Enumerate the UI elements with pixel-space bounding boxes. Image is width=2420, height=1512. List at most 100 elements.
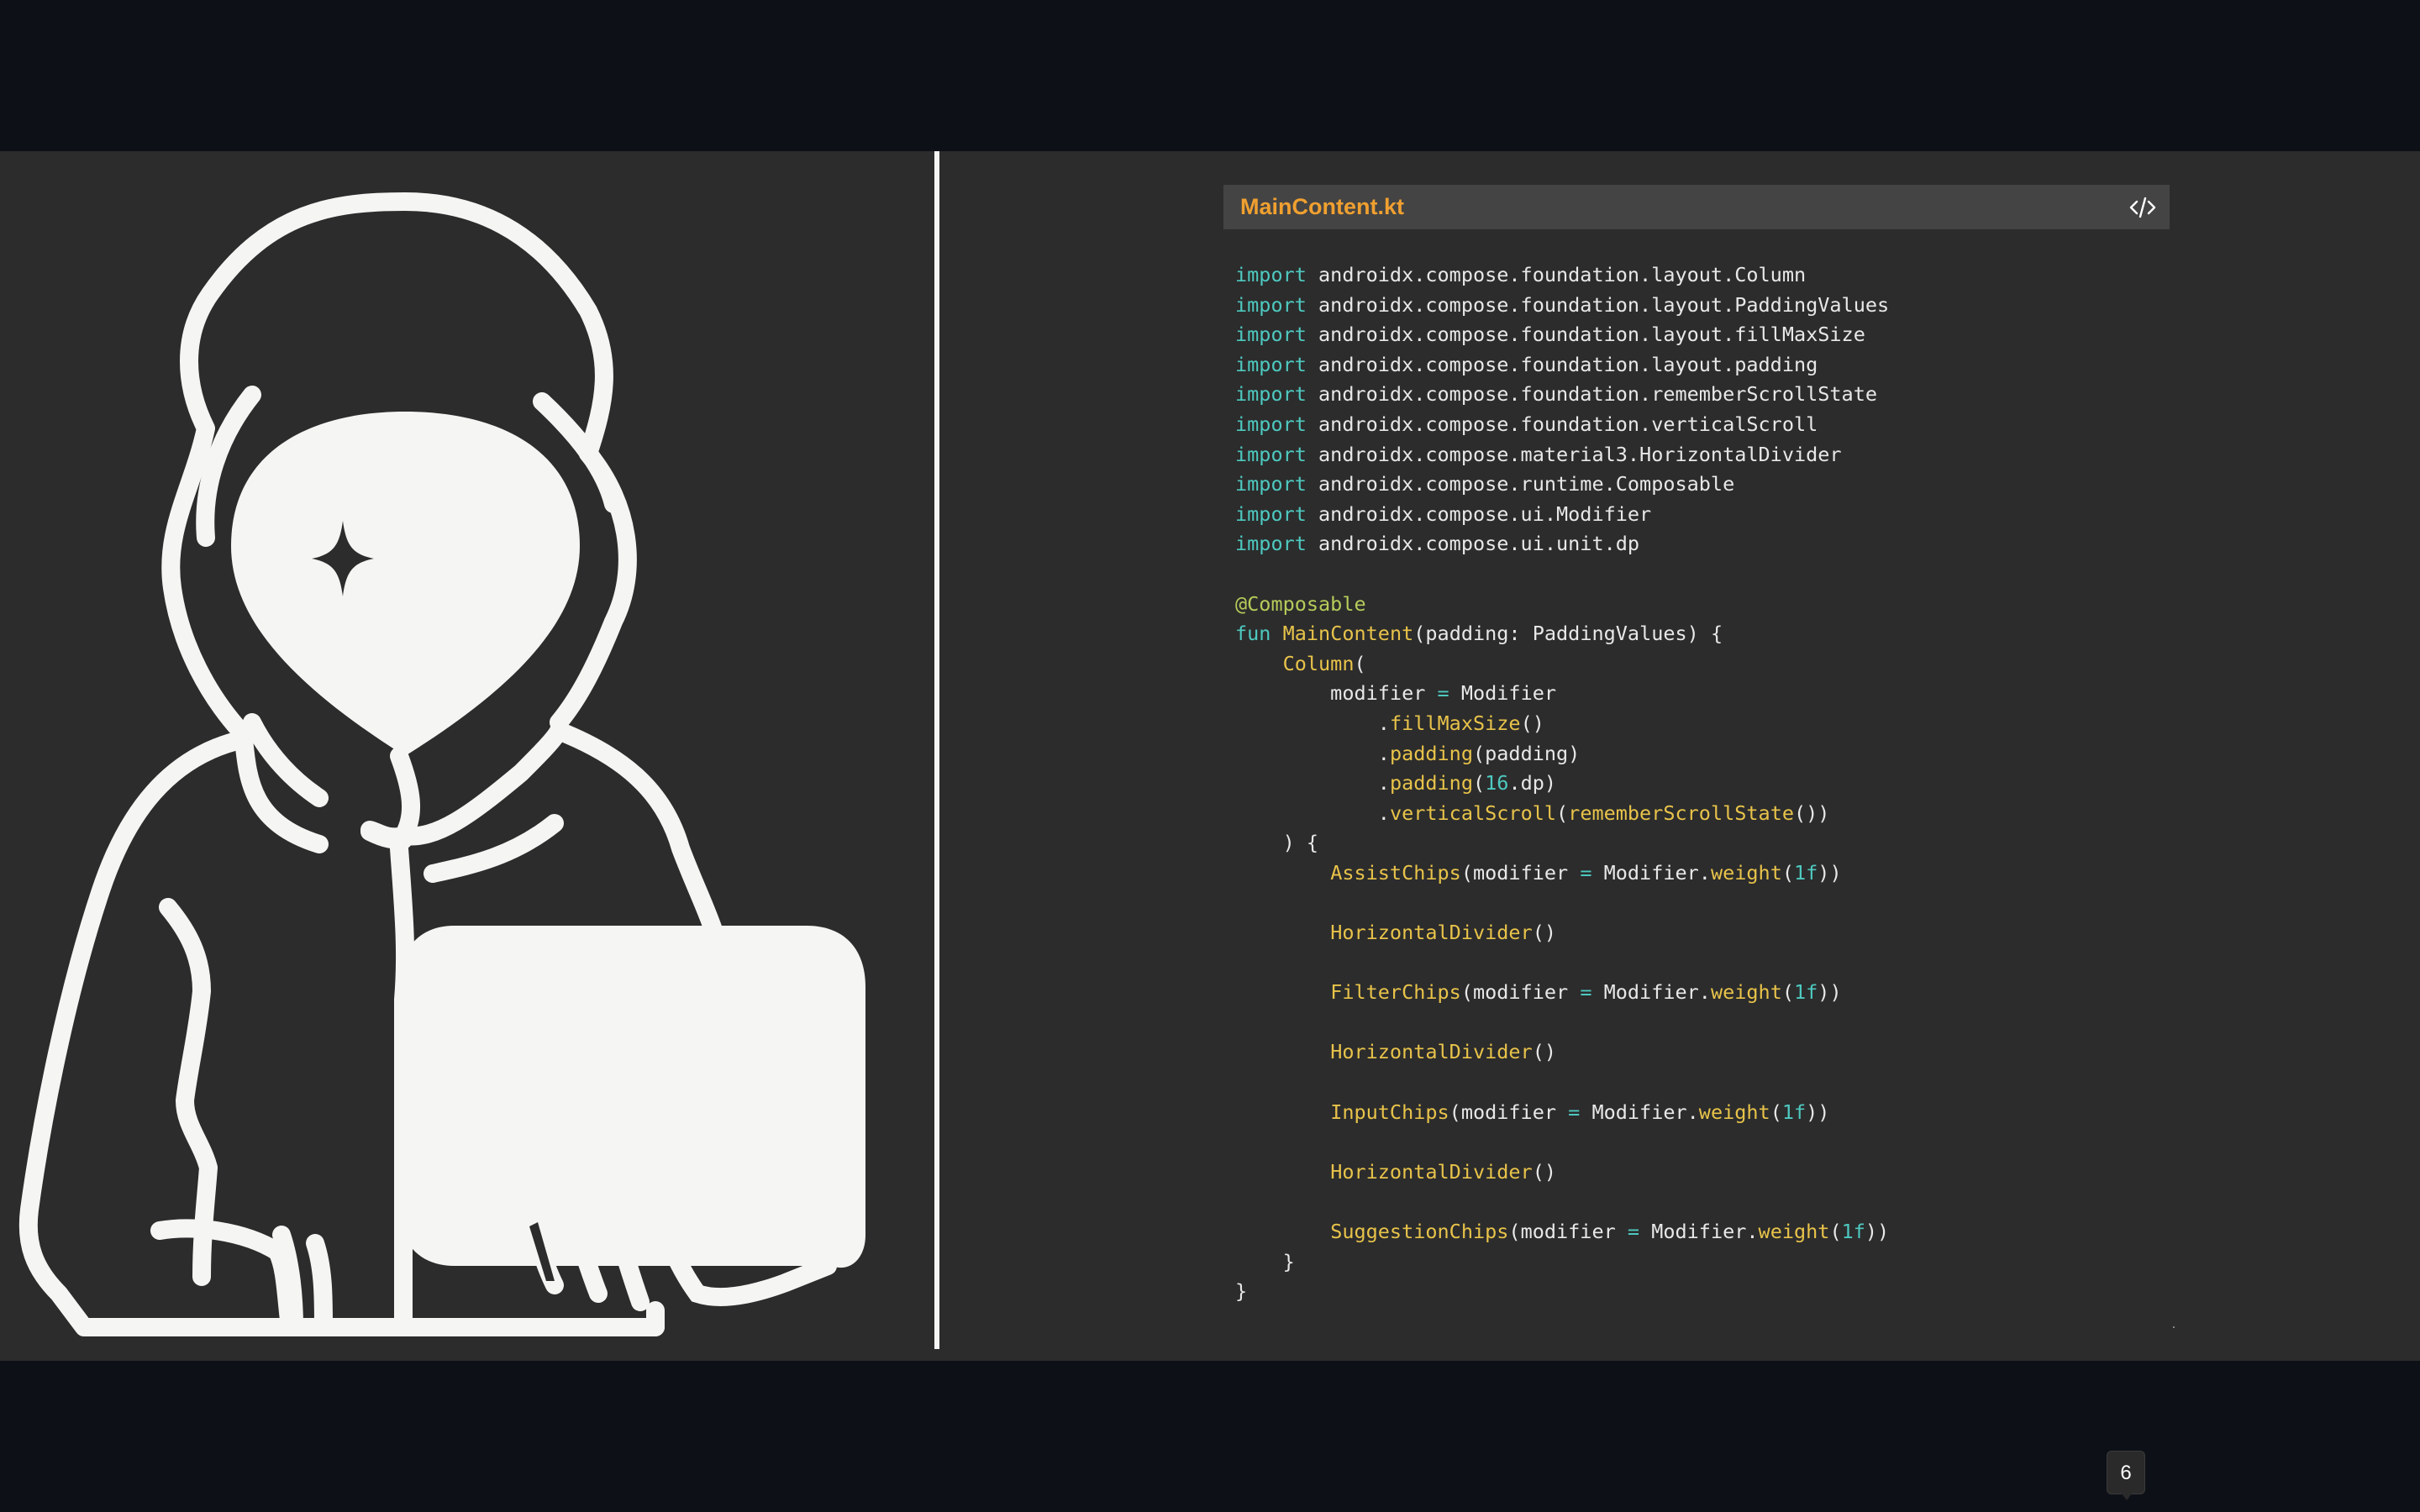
code-token: }: [1235, 1249, 1295, 1273]
code-token: Modifier: [1449, 681, 1557, 706]
code-token: (: [1556, 801, 1569, 825]
code-token: androidx.compose.ui.Modifier: [1306, 501, 1652, 526]
code-token: (: [1354, 651, 1366, 675]
code-token: androidx.compose.foundation.layout.Colum…: [1306, 263, 1807, 286]
code-line: InputChips(modifier = Modifier.weight(1f…: [1235, 1098, 2170, 1128]
code-line: ) {: [1235, 828, 2170, 858]
code-token: AssistChips: [1330, 860, 1461, 885]
code-token: import: [1235, 442, 1307, 466]
code-token: .: [1235, 741, 1390, 765]
code-token: (: [1770, 1100, 1782, 1124]
code-line: fun MainContent(padding: PaddingValues) …: [1235, 619, 2170, 649]
code-block: import androidx.compose.foundation.layou…: [1223, 260, 2170, 1307]
code-line: import androidx.compose.foundation.remem…: [1235, 380, 2170, 410]
code-token: Modifier.: [1591, 980, 1711, 1005]
code-line: .verticalScroll(rememberScrollState()): [1235, 799, 2170, 829]
code-token: import: [1235, 382, 1307, 407]
code-line: Column(: [1235, 649, 2170, 680]
code-token: =: [1437, 681, 1449, 706]
page-number-badge[interactable]: 6: [2107, 1451, 2145, 1500]
code-token: androidx.compose.material3.HorizontalDiv…: [1306, 442, 1842, 466]
code-token: import: [1235, 501, 1307, 526]
code-token: androidx.compose.foundation.verticalScro…: [1306, 412, 1818, 436]
code-token: Column: [1282, 651, 1355, 675]
code-token: )): [1818, 860, 1842, 885]
code-token: (: [1472, 771, 1486, 795]
code-token: HorizontalDivider: [1330, 921, 1533, 945]
code-line: import androidx.compose.ui.unit.dp: [1235, 529, 2170, 559]
code-line: HorizontalDivider(): [1235, 1037, 2170, 1068]
code-token: InputChips: [1330, 1100, 1449, 1124]
code-token: )): [1865, 1220, 1890, 1243]
code-token: @Composable: [1235, 591, 1366, 616]
code-token: =: [1568, 1100, 1581, 1124]
code-line: modifier = Modifier: [1235, 679, 2170, 709]
code-token: SuggestionChips: [1330, 1220, 1509, 1243]
slide-stage: MainContent.kt import androidx.compose.f…: [0, 151, 2420, 1361]
code-token: 1f: [1794, 860, 1818, 885]
code-line: import androidx.compose.foundation.layou…: [1235, 260, 2170, 291]
code-line: HorizontalDivider(): [1235, 1158, 2170, 1188]
code-token: 1f: [1794, 980, 1818, 1005]
code-token: import: [1235, 532, 1307, 556]
code-token: HorizontalDivider: [1330, 1159, 1533, 1184]
code-token: androidx.compose.foundation.layout.Paddi…: [1306, 292, 1890, 317]
code-line: FilterChips(modifier = Modifier.weight(1…: [1235, 978, 2170, 1008]
code-card-header: MainContent.kt: [1223, 185, 2170, 229]
code-token: import: [1235, 263, 1307, 286]
code-line: .fillMaxSize(): [1235, 709, 2170, 739]
code-token: rememberScrollState: [1568, 801, 1794, 825]
code-token: 1f: [1781, 1100, 1807, 1124]
code-line: import androidx.compose.foundation.layou…: [1235, 291, 2170, 321]
code-token: padding: [1389, 771, 1473, 795]
code-token: )): [1818, 980, 1842, 1005]
code-token: )): [1806, 1100, 1830, 1124]
code-token: (modifier: [1449, 1100, 1569, 1124]
code-token: (): [1532, 1040, 1557, 1064]
code-token: .: [1235, 771, 1390, 795]
code-token: weight: [1710, 980, 1782, 1005]
code-token: Modifier.: [1580, 1100, 1699, 1124]
code-line: HorizontalDivider(): [1235, 918, 2170, 948]
code-token: modifier: [1235, 681, 1438, 706]
code-token: Modifier.: [1591, 860, 1711, 885]
code-token: import: [1235, 472, 1307, 496]
code-line: import androidx.compose.ui.Modifier: [1235, 500, 2170, 530]
code-line: @Composable: [1235, 590, 2170, 620]
code-line: import androidx.compose.foundation.verti…: [1235, 410, 2170, 440]
code-token: weight: [1698, 1100, 1770, 1124]
code-line: SuggestionChips(modifier = Modifier.weig…: [1235, 1217, 2170, 1247]
code-line: AssistChips(modifier = Modifier.weight(1…: [1235, 858, 2170, 889]
code-line: }: [1235, 1277, 2170, 1307]
code-line: .padding(16.dp): [1235, 769, 2170, 799]
code-token: ) {: [1235, 831, 1319, 855]
code-token: (padding): [1472, 741, 1581, 765]
code-line: }: [1235, 1247, 2170, 1278]
code-brackets-icon[interactable]: [2129, 196, 2156, 219]
code-token: MainContent: [1282, 622, 1414, 646]
code-token: weight: [1758, 1220, 1830, 1243]
code-line: .padding(padding): [1235, 739, 2170, 769]
code-token: =: [1580, 860, 1592, 885]
code-token: .: [1235, 711, 1390, 735]
code-token: =: [1580, 980, 1592, 1005]
code-token: import: [1235, 292, 1307, 317]
code-token: (modifier: [1460, 860, 1581, 885]
file-name: MainContent.kt: [1240, 194, 1404, 219]
code-token: (modifier: [1508, 1220, 1628, 1243]
code-token: import: [1235, 323, 1307, 347]
code-token: =: [1627, 1220, 1640, 1243]
